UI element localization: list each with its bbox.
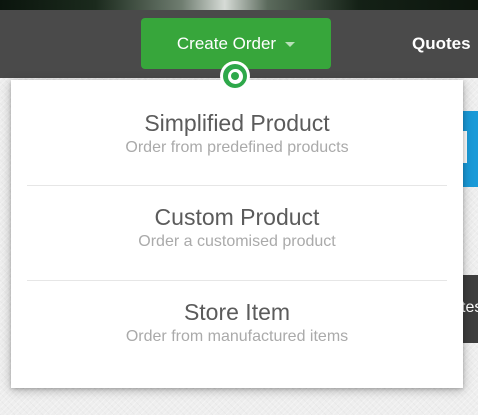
menu-item-store-item[interactable]: Store Item Order from manufactured items (11, 299, 463, 394)
create-order-label: Create Order (176, 33, 277, 53)
target-dot (231, 72, 239, 80)
background-dark-button: tes (463, 275, 478, 343)
target-ring (223, 64, 247, 88)
menu-item-custom-product[interactable]: Custom Product Order a customised produc… (11, 204, 463, 299)
menu-divider (27, 185, 447, 186)
top-banner-strip (0, 0, 478, 10)
background-blue-panel (463, 111, 478, 187)
background-input-edge (463, 131, 467, 163)
target-indicator-icon (220, 61, 250, 91)
chevron-down-icon (285, 42, 296, 47)
menu-item-subtitle: Order from predefined products (125, 139, 349, 156)
menu-item-simplified-product[interactable]: Simplified Product Order from predefined… (11, 110, 463, 205)
create-order-dropdown-menu: Simplified Product Order from predefined… (11, 80, 463, 388)
background-partial-text: tes (463, 299, 478, 316)
menu-item-subtitle: Order a customised product (138, 233, 336, 250)
target-ring-inner (227, 68, 243, 84)
nav-link-quotes[interactable]: Quotes (412, 34, 471, 54)
menu-item-title: Store Item (183, 299, 291, 325)
menu-divider (27, 280, 447, 281)
menu-item-title: Simplified Product (144, 110, 330, 136)
menu-item-subtitle: Order from manufactured items (125, 328, 349, 345)
menu-item-title: Custom Product (154, 204, 320, 230)
